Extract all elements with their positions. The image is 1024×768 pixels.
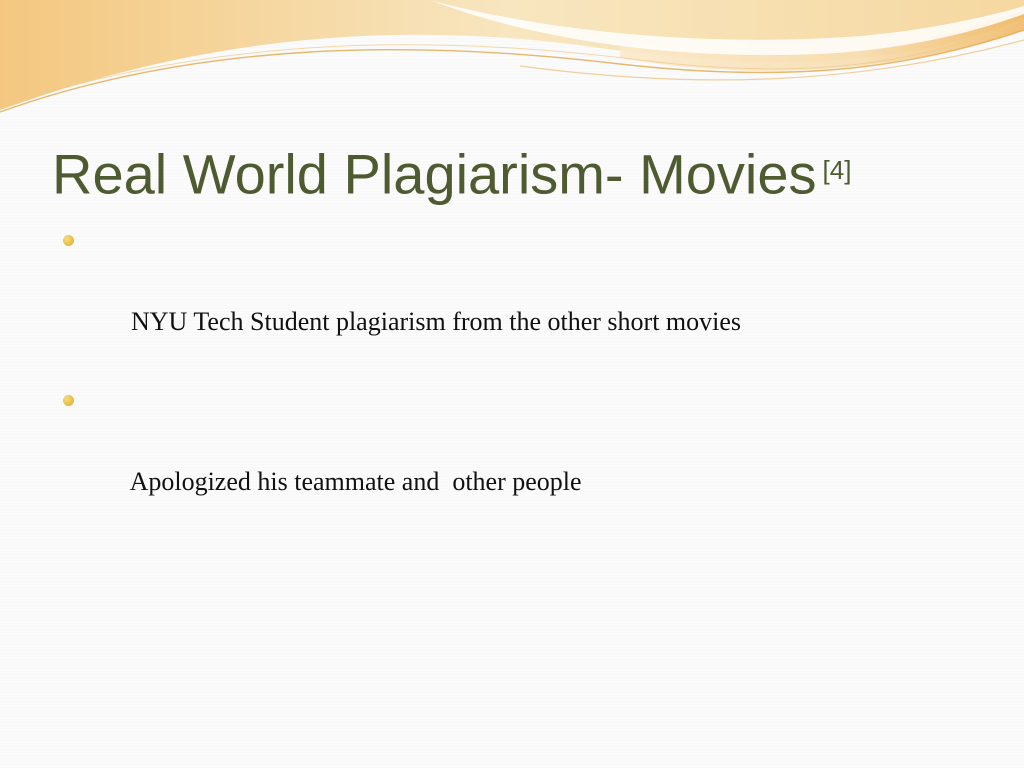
slide-title-text: Real World Plagiarism- Movies xyxy=(52,142,817,206)
round-bullet-icon xyxy=(63,235,74,246)
header-wave-decoration xyxy=(0,0,1024,113)
slide-title: Real World Plagiarism- Movies [4] xyxy=(52,132,851,212)
slide: Real World Plagiarism- Movies [4] NYU Tec… xyxy=(0,0,1024,768)
slide-title-reference: [4] xyxy=(822,155,852,185)
round-bullet-icon xyxy=(63,395,74,406)
bullet-item: Apologized his teammate and other people xyxy=(60,382,741,542)
bullet-text: Apologized his teammate and other people xyxy=(129,467,582,496)
bullet-item: NYU Tech Student plagiarism from the oth… xyxy=(60,222,741,382)
bullet-list: NYU Tech Student plagiarism from the oth… xyxy=(60,222,741,542)
bullet-text: NYU Tech Student plagiarism from the oth… xyxy=(131,307,742,336)
